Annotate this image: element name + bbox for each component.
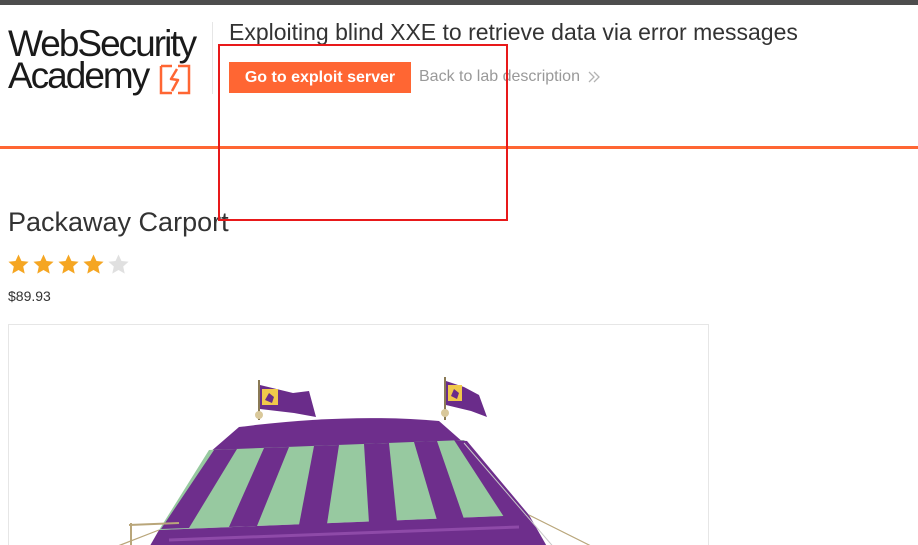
- top-bar: [0, 0, 918, 5]
- product-image: [8, 324, 709, 545]
- go-to-exploit-server-button[interactable]: Go to exploit server: [229, 62, 411, 93]
- star-icon-filled: [33, 254, 54, 274]
- back-to-lab-description-link[interactable]: Back to lab description: [419, 68, 600, 86]
- header-separator: [0, 146, 918, 149]
- medieval-tent-image: [118, 377, 591, 545]
- back-link-label: Back to lab description: [419, 68, 580, 85]
- product-rating: [7, 253, 130, 276]
- logo-lightning-icon: [159, 64, 191, 95]
- web-security-academy-logo[interactable]: WebSecurity Academy: [8, 22, 213, 98]
- product-price: $89.93: [8, 288, 51, 304]
- product-title: Packaway Carport: [8, 207, 229, 237]
- header-divider: [212, 22, 213, 94]
- star-icon-filled: [8, 254, 29, 274]
- star-icon-filled: [58, 254, 79, 274]
- logo-text-line2: Academy: [8, 55, 150, 96]
- star-icon-filled: [83, 254, 104, 274]
- star-icon-empty: [108, 254, 129, 274]
- lab-title: Exploiting blind XXE to retrieve data vi…: [229, 19, 798, 45]
- double-chevron-right-icon: [588, 71, 600, 83]
